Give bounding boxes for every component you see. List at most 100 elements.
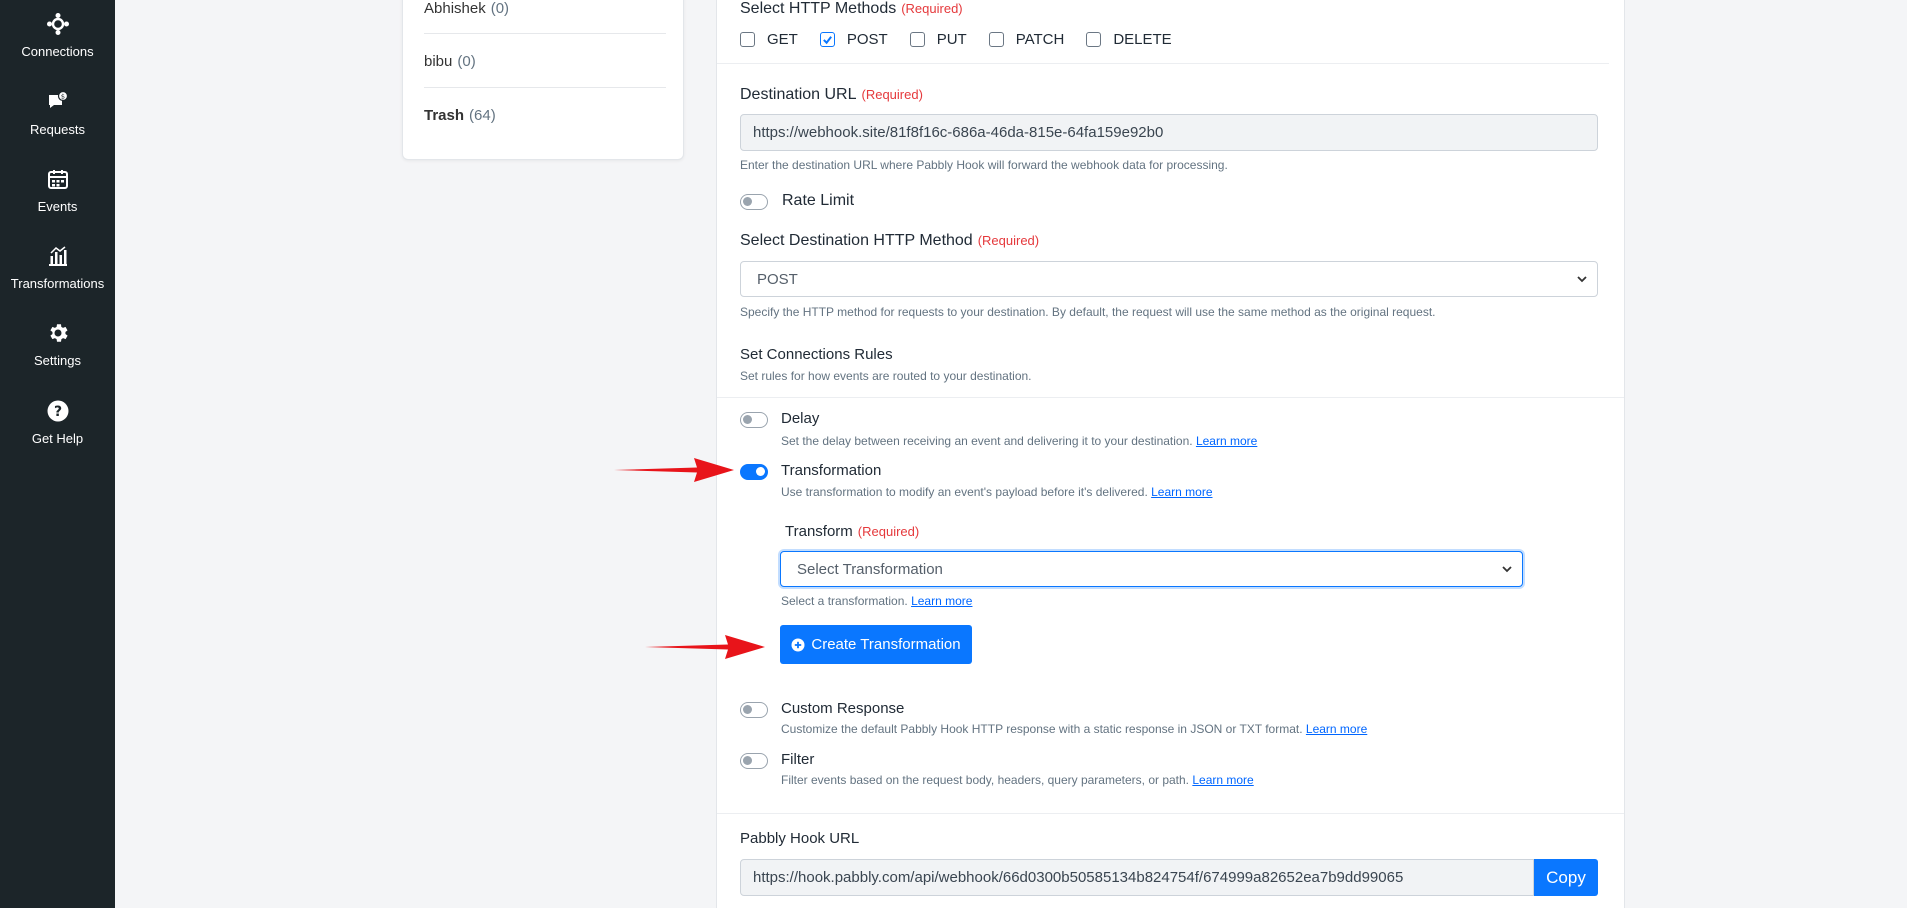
button-label: Create Transformation (811, 636, 961, 653)
required-marker: (Required) (901, 1, 963, 16)
http-methods-label-text: Select HTTP Methods (740, 0, 897, 17)
destination-url-label-text: Destination URL (740, 86, 857, 103)
checkbox-label: GET (767, 31, 798, 48)
transformation-label: Transformation (781, 462, 882, 479)
filter-label: Filter (781, 751, 815, 768)
sidebar-item-settings[interactable]: Settings (0, 321, 115, 391)
checkbox-label: DELETE (1113, 31, 1172, 48)
transform-label-text: Transform (785, 523, 853, 540)
rules-title: Set Connections Rules (740, 346, 893, 363)
sidebar-item-get-help[interactable]: ? Get Help (0, 399, 115, 469)
folder-name: bibu (424, 52, 453, 70)
destination-url-help: Enter the destination URL where Pabbly H… (740, 158, 1228, 172)
rate-limit-toggle[interactable] (740, 194, 768, 210)
folder-count: (0) (457, 52, 476, 70)
folder-count: (0) (490, 0, 510, 17)
sidebar-item-connections[interactable]: Connections (0, 12, 115, 82)
http-methods-checkboxes: GET POST PUT PATCH DELETE (740, 31, 1194, 48)
checkbox-label: POST (846, 31, 888, 48)
hook-url-input[interactable]: https://hook.pabbly.com/api/webhook/66d0… (740, 859, 1534, 896)
requests-icon: $ (48, 90, 68, 108)
custom-response-help-text: Customize the default Pabbly Hook HTTP r… (781, 722, 1303, 736)
destination-url-label: Destination URL (Required) (740, 86, 923, 104)
create-transformation-button[interactable]: Create Transformation (780, 625, 972, 664)
required-marker: (Required) (977, 233, 1040, 248)
dest-method-select[interactable]: POST (740, 261, 1598, 297)
delay-help: Set the delay between receiving an event… (781, 434, 1257, 448)
folder-item-abhishek[interactable]: Abhishek (0) (424, 0, 666, 35)
folder-item-bibu[interactable]: bibu (0) (424, 34, 666, 88)
transformation-toggle[interactable] (740, 464, 768, 480)
http-methods-label: Select HTTP Methods (Required) (740, 0, 963, 18)
folder-name: Trash (424, 106, 465, 124)
sidebar-item-label: Connections (21, 44, 94, 59)
sidebar: Connections $ Requests Events Transforma… (0, 0, 115, 908)
chevron-down-icon (1577, 276, 1587, 283)
sidebar-item-events[interactable]: Events (0, 167, 115, 237)
toggle-knob (743, 415, 752, 424)
checkbox-patch[interactable] (988, 32, 1004, 47)
sidebar-item-label: Requests (30, 122, 85, 137)
toggle-knob (756, 467, 765, 476)
select-value: Select Transformation (797, 560, 943, 578)
folder-count: (64) (469, 106, 496, 124)
divider (717, 813, 1624, 814)
folder-item-trash[interactable]: Trash (64) (424, 88, 666, 142)
filter-help: Filter events based on the request body,… (781, 773, 1254, 787)
checkbox-post[interactable] (819, 32, 835, 47)
hook-url-label: Pabbly Hook URL (740, 830, 860, 847)
connection-form-panel: Select HTTP Methods (Required) GET POST P… (716, 0, 1625, 908)
checkbox-put[interactable] (909, 32, 925, 47)
select-value: POST (757, 270, 798, 288)
transform-label: Transform (Required) (785, 523, 919, 540)
filter-learn-more-link[interactable]: Learn more (1192, 773, 1253, 787)
checkbox-delete[interactable] (1086, 32, 1102, 47)
sidebar-item-transformations[interactable]: Transformations (0, 244, 115, 314)
gear-icon (49, 324, 68, 342)
delay-learn-more-link[interactable]: Learn more (1196, 434, 1257, 448)
plus-circle-icon (791, 638, 805, 651)
transform-select[interactable]: Select Transformation (780, 551, 1523, 587)
folder-list-card: Abhishek (0) bibu (0) Trash (64) (402, 0, 684, 160)
sidebar-item-label: Transformations (10, 276, 105, 291)
destination-url-input[interactable]: https://webhook.site/81f8f16c-686a-46da-… (740, 114, 1598, 151)
dest-method-help: Specify the HTTP method for requests to … (740, 305, 1436, 319)
custom-response-label: Custom Response (781, 700, 905, 717)
transformation-learn-more-link[interactable]: Learn more (1151, 485, 1212, 499)
sidebar-item-label: Get Help (31, 431, 84, 446)
transform-help-text: Select a transformation. (781, 594, 908, 608)
required-marker: (Required) (857, 524, 920, 539)
sidebar-item-label: Events (37, 199, 78, 214)
svg-text:$: $ (60, 92, 64, 100)
svg-text:?: ? (53, 404, 61, 420)
rules-subtitle: Set rules for how events are routed to y… (740, 369, 1032, 383)
connections-icon (46, 13, 69, 35)
divider (717, 397, 1624, 398)
sidebar-item-label: Settings (34, 353, 81, 368)
sidebar-item-requests[interactable]: $ Requests (0, 90, 115, 160)
transform-help: Select a transformation. Learn more (781, 594, 972, 608)
toggle-knob (743, 197, 752, 206)
copy-button[interactable]: Copy (1534, 859, 1598, 896)
required-marker: (Required) (861, 87, 923, 102)
transform-learn-more-link[interactable]: Learn more (911, 594, 972, 608)
toggle-knob (743, 705, 752, 714)
divider (717, 63, 1609, 64)
annotation-arrow-icon (614, 458, 734, 482)
events-icon (47, 170, 68, 189)
custom-response-learn-more-link[interactable]: Learn more (1306, 722, 1367, 736)
checkbox-label: PATCH (1015, 31, 1065, 48)
delay-toggle[interactable] (740, 412, 768, 428)
toggle-knob (743, 756, 752, 765)
transformation-help-text: Use transformation to modify an event's … (781, 485, 1148, 499)
delay-label: Delay (781, 410, 820, 427)
checkbox-get[interactable] (740, 32, 755, 47)
annotation-arrow-icon (645, 635, 765, 659)
rate-limit-label: Rate Limit (782, 192, 855, 209)
filter-toggle[interactable] (740, 753, 768, 769)
chevron-down-icon (1502, 566, 1512, 573)
custom-response-toggle[interactable] (740, 702, 768, 718)
folder-name: Abhishek (424, 0, 486, 17)
transformations-icon (48, 246, 67, 266)
custom-response-help: Customize the default Pabbly Hook HTTP r… (781, 722, 1367, 736)
